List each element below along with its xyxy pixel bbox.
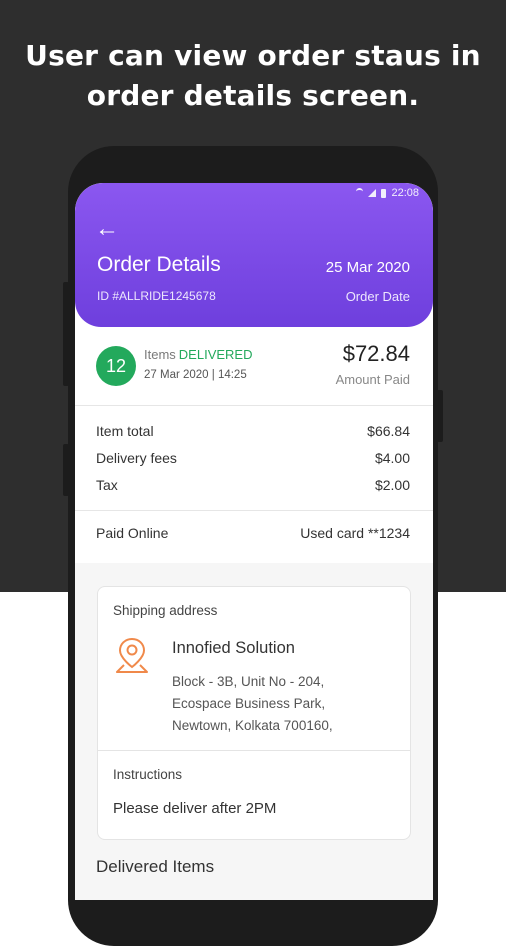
- address-line: Newtown, Kolkata 700160,: [172, 718, 333, 733]
- divider: [75, 510, 433, 511]
- item-count-badge: 12: [96, 346, 136, 386]
- address-line: Ecospace Business Park,: [172, 696, 326, 711]
- phone-screen: 22:08 ← Order Details 25 Mar 2020 ID #AL…: [75, 183, 433, 900]
- payment-method: Paid Online: [96, 525, 169, 541]
- battery-icon: [381, 188, 387, 198]
- items-status-line: Items DELIVERED: [144, 347, 253, 362]
- payment-card: Used card **1234: [300, 525, 410, 541]
- amount-paid-value: $72.84: [342, 341, 410, 366]
- signal-icon: [368, 189, 377, 197]
- shipping-name: Innofied Solution: [172, 639, 295, 657]
- price-value: $2.00: [374, 477, 410, 493]
- promo-caption: User can view order staus in order detai…: [0, 36, 506, 116]
- caption-line-1: User can view order staus in: [25, 39, 481, 72]
- status-badge: DELIVERED: [178, 347, 253, 362]
- price-row-tax: Tax $2.00: [96, 475, 410, 502]
- items-label: Items: [144, 347, 176, 362]
- price-value: $66.84: [367, 423, 410, 439]
- wifi-icon: [356, 188, 364, 198]
- location-pin-icon: [116, 637, 148, 673]
- phone-power-button: [437, 390, 443, 442]
- order-date: 25 Mar 2020: [325, 259, 410, 276]
- price-breakdown: Item total $66.84 Delivery fees $4.00 Ta…: [96, 421, 410, 502]
- shipping-card: Shipping address Innofied Solution Block…: [97, 586, 411, 840]
- price-label: Tax: [96, 477, 118, 493]
- shipping-address: Block - 3B, Unit No - 204, Ecospace Busi…: [172, 671, 333, 737]
- phone-volume-button: [63, 282, 69, 386]
- instructions-text: Please deliver after 2PM: [113, 800, 277, 817]
- divider: [75, 405, 433, 406]
- instructions-heading: Instructions: [113, 767, 183, 782]
- shipping-heading: Shipping address: [113, 603, 218, 618]
- arrow-left-icon[interactable]: ←: [95, 217, 119, 241]
- phone-side-button: [63, 444, 69, 496]
- order-summary: 12 Items DELIVERED 27 Mar 2020 | 14:25 $7…: [75, 335, 433, 405]
- price-row-item-total: Item total $66.84: [96, 421, 410, 448]
- price-row-delivery-fees: Delivery fees $4.00: [96, 448, 410, 475]
- status-bar: 22:08: [356, 187, 419, 199]
- order-id: ID #ALLRIDE1245678: [97, 289, 216, 303]
- order-header: 22:08 ← Order Details 25 Mar 2020 ID #AL…: [75, 183, 433, 327]
- caption-line-2: order details screen.: [86, 79, 420, 112]
- divider: [98, 750, 410, 751]
- delivered-items-title: Delivered Items: [96, 857, 215, 876]
- price-label: Delivery fees: [96, 450, 177, 466]
- order-date-label: Order Date: [345, 289, 410, 304]
- amount-paid-label: Amount Paid: [335, 372, 410, 387]
- address-line: Block - 3B, Unit No - 204,: [172, 674, 325, 689]
- delivered-timestamp: 27 Mar 2020 | 14:25: [144, 369, 247, 381]
- page-title: Order Details: [97, 253, 221, 276]
- price-value: $4.00: [374, 450, 410, 466]
- payment-row: Paid Online Used card **1234: [96, 525, 410, 541]
- status-time: 22:08: [391, 187, 419, 199]
- price-label: Item total: [96, 423, 154, 439]
